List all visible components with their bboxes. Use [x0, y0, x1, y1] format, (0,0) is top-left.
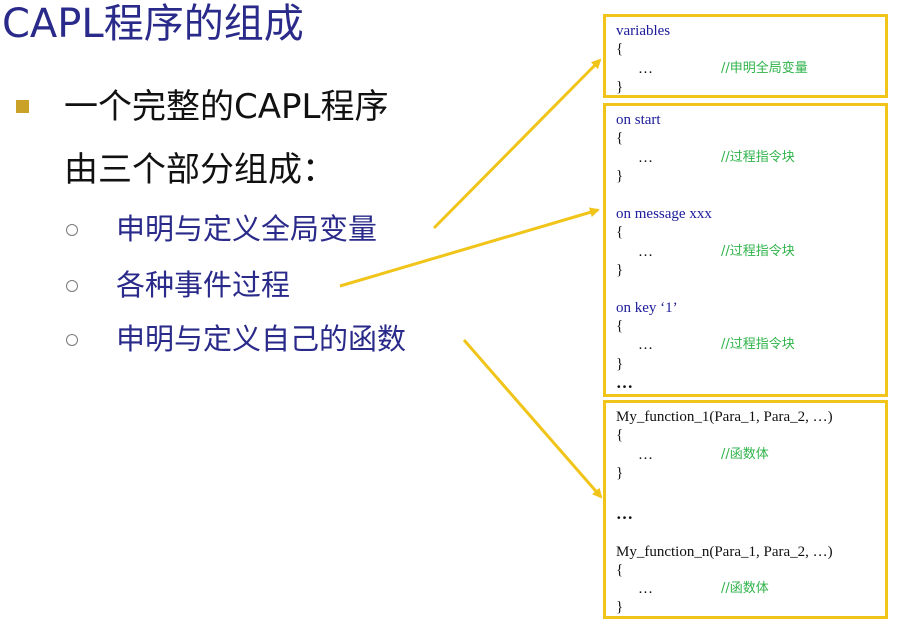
slide: CAPL程序的组成 一个完整的CAPL程序 由三个部分组成： 申明与定义全局变量…	[0, 0, 908, 627]
arrow-to-events	[339, 207, 600, 288]
arrow-to-functions	[462, 339, 603, 499]
arrow-to-variables	[432, 58, 602, 230]
connector-arrows	[339, 58, 603, 499]
